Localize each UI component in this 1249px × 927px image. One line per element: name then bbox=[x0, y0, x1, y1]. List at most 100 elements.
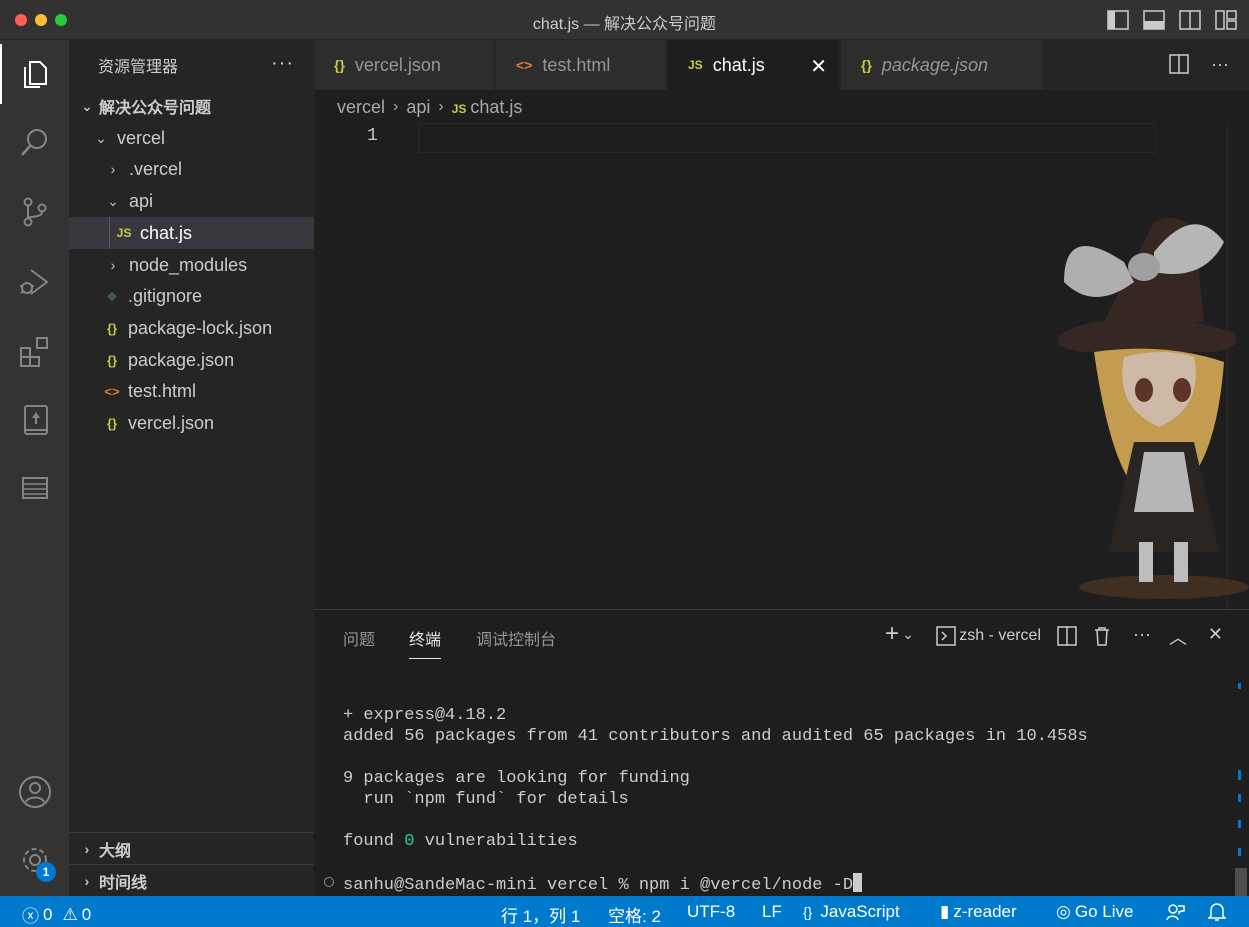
tree-item-label: node_modules bbox=[129, 254, 248, 275]
chevron-right-icon: › bbox=[84, 840, 90, 857]
explorer-button[interactable] bbox=[0, 44, 69, 104]
more-editor-actions-icon[interactable]: ··· bbox=[1211, 54, 1229, 75]
terminal-line: added 56 packages from 41 contributors a… bbox=[343, 727, 1088, 746]
tree-folder-api[interactable]: ⌄ api bbox=[69, 185, 314, 217]
problems-status[interactable]: ⓧ 0 ⚠ 0 bbox=[22, 902, 91, 927]
tab-terminal[interactable]: 终端 bbox=[409, 626, 442, 659]
tree-folder-node-modules[interactable]: › node_modules bbox=[69, 249, 314, 281]
tree-root-folder[interactable]: ⌄ 解决公众号问题 bbox=[69, 90, 314, 122]
feedback-icon[interactable] bbox=[1165, 902, 1185, 922]
error-icon: ⓧ bbox=[22, 907, 39, 926]
reader-button[interactable] bbox=[0, 390, 69, 450]
run-debug-button[interactable] bbox=[0, 252, 69, 312]
go-live-label: Go Live bbox=[1074, 902, 1134, 921]
toggle-secondary-sidebar-icon[interactable] bbox=[1179, 10, 1201, 30]
breadcrumb-item[interactable]: vercel bbox=[337, 97, 385, 118]
language-mode-status[interactable]: {} JavaScript bbox=[803, 902, 900, 922]
terminal-line: 9 packages are looking for funding bbox=[343, 769, 690, 788]
line-number: 1 bbox=[367, 126, 378, 146]
breadcrumb-item[interactable]: api bbox=[406, 97, 430, 118]
z-reader-status[interactable]: ▮ z-reader bbox=[940, 902, 1017, 922]
tree-file-package-lock-json[interactable]: {} package-lock.json bbox=[69, 312, 314, 344]
tab-debug-console[interactable]: 调试控制台 bbox=[476, 626, 556, 650]
outline-label: 大纲 bbox=[99, 842, 132, 860]
chevron-up-icon[interactable]: ︿ bbox=[1169, 624, 1187, 650]
database-button[interactable] bbox=[0, 458, 69, 518]
explorer-header: 资源管理器 ··· bbox=[69, 40, 314, 90]
account-icon bbox=[18, 776, 51, 808]
tree-item-label: package-lock.json bbox=[128, 317, 273, 338]
more-actions-icon[interactable]: ··· bbox=[1133, 624, 1151, 645]
tree-folder-dot-vercel[interactable]: › .vercel bbox=[69, 153, 314, 185]
customize-layout-icon[interactable] bbox=[1215, 10, 1237, 30]
tab-label: chat.js bbox=[712, 54, 765, 75]
terminal-scrollbar-thumb[interactable] bbox=[1235, 868, 1247, 896]
cursor-position-status[interactable]: 行 1，列 1 bbox=[501, 902, 580, 927]
tree-file-vercel-json[interactable]: {} vercel.json bbox=[69, 407, 314, 439]
tree-file-package-json[interactable]: {} package.json bbox=[69, 344, 314, 376]
terminal-cursor bbox=[853, 873, 863, 892]
accounts-button[interactable] bbox=[0, 762, 69, 822]
chevron-right-icon: › bbox=[84, 872, 90, 889]
close-tab-icon[interactable]: ✕ bbox=[810, 54, 827, 79]
chevron-right-icon: › bbox=[393, 98, 399, 115]
terminal-name[interactable]: zsh - vercel bbox=[959, 627, 1041, 645]
braces-icon: {} bbox=[803, 904, 813, 920]
json-file-icon: {} bbox=[106, 352, 118, 368]
tree-file-chat-js[interactable]: JS chat.js bbox=[69, 217, 314, 249]
tree-file-gitignore[interactable]: ◆ .gitignore bbox=[69, 280, 314, 312]
terminal-prompt-line: sanhu@SandeMac-mini vercel % npm i @verc… bbox=[343, 873, 1088, 896]
title-bar: chat.js — 解决公众号问题 bbox=[0, 0, 1249, 40]
error-count: 0 bbox=[43, 904, 53, 924]
git-file-icon: ◆ bbox=[107, 288, 117, 303]
outline-section[interactable]: › 大纲 bbox=[69, 832, 314, 864]
breadcrumb-file-label: chat.js bbox=[470, 96, 523, 117]
split-editor-icon[interactable] bbox=[1169, 54, 1189, 74]
settings-badge: 1 bbox=[36, 862, 56, 882]
explorer-title: 资源管理器 bbox=[98, 59, 179, 76]
toggle-primary-sidebar-icon[interactable] bbox=[1107, 10, 1129, 30]
warning-count: 0 bbox=[81, 904, 92, 924]
timeline-label: 时间线 bbox=[99, 874, 148, 892]
tab-package-json[interactable]: {} package.json bbox=[841, 40, 1043, 90]
timeline-section[interactable]: › 时间线 bbox=[69, 864, 314, 896]
broadcast-icon: ◎ bbox=[1056, 902, 1071, 921]
tab-chat-js[interactable]: JS chat.js ✕ bbox=[668, 40, 840, 90]
close-panel-icon[interactable]: ✕ bbox=[1208, 624, 1223, 645]
breadcrumb-item[interactable]: JS chat.js bbox=[452, 97, 523, 118]
chevron-down-icon[interactable]: ⌄ bbox=[902, 626, 914, 643]
javascript-file-icon: JS bbox=[688, 58, 703, 72]
code-editor[interactable]: 1 bbox=[314, 122, 1249, 609]
z-reader-label: z-reader bbox=[953, 902, 1017, 921]
chevron-down-icon: ⌄ bbox=[81, 97, 93, 114]
source-control-button[interactable] bbox=[0, 182, 69, 242]
editor-tab-bar: {} vercel.json <> test.html JS chat.js ✕… bbox=[314, 40, 1249, 90]
toggle-panel-icon[interactable] bbox=[1143, 10, 1165, 30]
new-terminal-icon[interactable]: + bbox=[885, 620, 899, 648]
tab-vercel-json[interactable]: {} vercel.json bbox=[314, 40, 495, 90]
more-actions-icon[interactable]: ··· bbox=[271, 52, 294, 75]
search-button[interactable] bbox=[0, 112, 69, 172]
window-title: chat.js — 解决公众号问题 bbox=[532, 16, 717, 33]
manage-button[interactable]: 1 bbox=[0, 830, 69, 890]
tab-label: vercel.json bbox=[354, 54, 441, 75]
status-bar: ⓧ 0 ⚠ 0 行 1，列 1 空格: 2 UTF-8 LF {} JavaSc… bbox=[0, 896, 1249, 927]
encoding-status[interactable]: UTF-8 bbox=[687, 902, 735, 922]
terminal-line: + express@4.18.2 bbox=[343, 706, 507, 725]
tree-file-test-html[interactable]: <> test.html bbox=[69, 375, 314, 407]
split-terminal-icon[interactable] bbox=[1057, 626, 1077, 646]
tree-item-label: vercel.json bbox=[128, 412, 215, 433]
indentation-status[interactable]: 空格: 2 bbox=[608, 902, 661, 927]
notifications-bell-icon[interactable] bbox=[1208, 902, 1226, 922]
chevron-right-icon: › bbox=[110, 161, 116, 177]
extensions-button[interactable] bbox=[0, 322, 69, 382]
tab-test-html[interactable]: <> test.html bbox=[496, 40, 667, 90]
terminal-output[interactable]: + express@4.18.2 added 56 packages from 4… bbox=[343, 705, 1088, 896]
chevron-right-icon: › bbox=[438, 98, 444, 115]
go-live-status[interactable]: ◎ Go Live bbox=[1056, 902, 1133, 922]
eol-status[interactable]: LF bbox=[762, 902, 782, 922]
tab-problems[interactable]: 问题 bbox=[343, 626, 375, 650]
trash-icon[interactable] bbox=[1093, 626, 1111, 646]
tab-label: test.html bbox=[542, 54, 611, 75]
tree-folder-vercel[interactable]: ⌄ vercel bbox=[69, 122, 314, 154]
